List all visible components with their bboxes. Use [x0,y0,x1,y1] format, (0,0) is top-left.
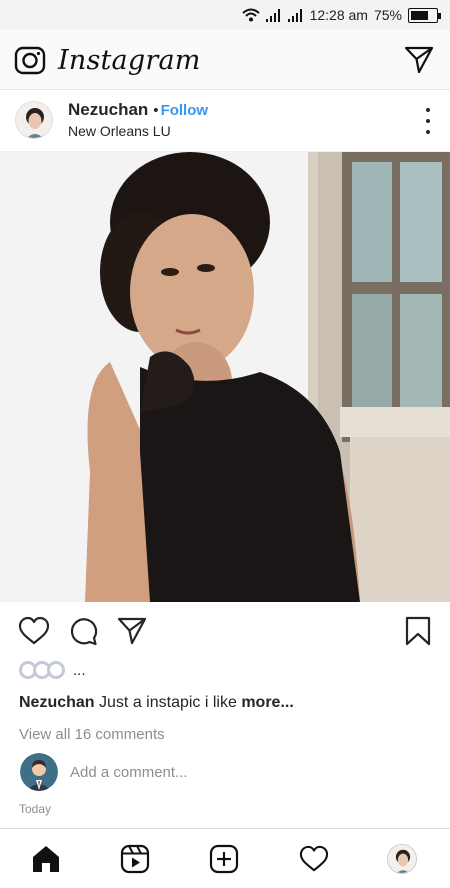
nav-home[interactable] [30,843,62,875]
post-header: Nezuchan • Follow New Orleans LU [0,90,450,152]
caption-more-link[interactable]: more... [241,694,293,711]
view-comments-link[interactable]: View all 16 comments [19,726,165,743]
avatar[interactable] [15,101,53,139]
post-caption: Nezuchan Just a instapic i like more... [19,694,294,712]
post-actions [0,602,450,660]
caption-username[interactable]: Nezuchan [19,694,95,711]
reels-icon [120,844,150,874]
nav-profile[interactable] [386,843,418,875]
bookmark-icon[interactable] [405,616,431,646]
battery-fill [411,10,429,20]
activity-icon [299,845,329,872]
post-photo[interactable] [0,152,450,602]
new-post-icon [209,844,239,874]
profile-avatar [387,844,417,874]
likes-row[interactable]: ... [19,661,86,679]
likes-text: ... [73,661,86,679]
status-indicators: 12:28 am 75% [241,6,441,24]
status-bar: 12:28 am 75% [0,0,450,30]
comment-input[interactable] [70,763,370,781]
status-time: 12:28 am [309,7,368,23]
home-icon [33,846,59,872]
comment-icon[interactable] [68,616,98,646]
liker-avatars-icon [19,661,65,679]
caption-text: Just a instapic i like [99,694,237,711]
app-header: Instagram [0,30,450,90]
battery-icon [408,7,441,23]
post-timestamp: Today [19,802,52,816]
signal-icon-2 [287,9,302,22]
separator-dot: • [153,101,159,119]
more-options-icon[interactable] [423,108,433,134]
heart-icon[interactable] [18,616,50,646]
nav-activity[interactable] [298,843,330,875]
share-icon[interactable] [117,616,147,646]
battery-percent: 75% [373,7,402,23]
direct-message-icon[interactable] [404,44,434,74]
follow-button[interactable]: Follow [161,102,209,119]
app-logo: Instagram [58,44,201,76]
post-username[interactable]: Nezuchan [68,100,148,120]
signal-icon [265,9,280,22]
nav-reels[interactable] [119,843,151,875]
post-location[interactable]: New Orleans LU [68,123,171,139]
current-user-avatar [20,753,58,791]
nav-new-post[interactable] [208,843,240,875]
bottom-nav [0,828,450,888]
wifi-icon [241,8,260,22]
add-comment-row [20,752,370,792]
camera-icon[interactable] [14,44,46,76]
